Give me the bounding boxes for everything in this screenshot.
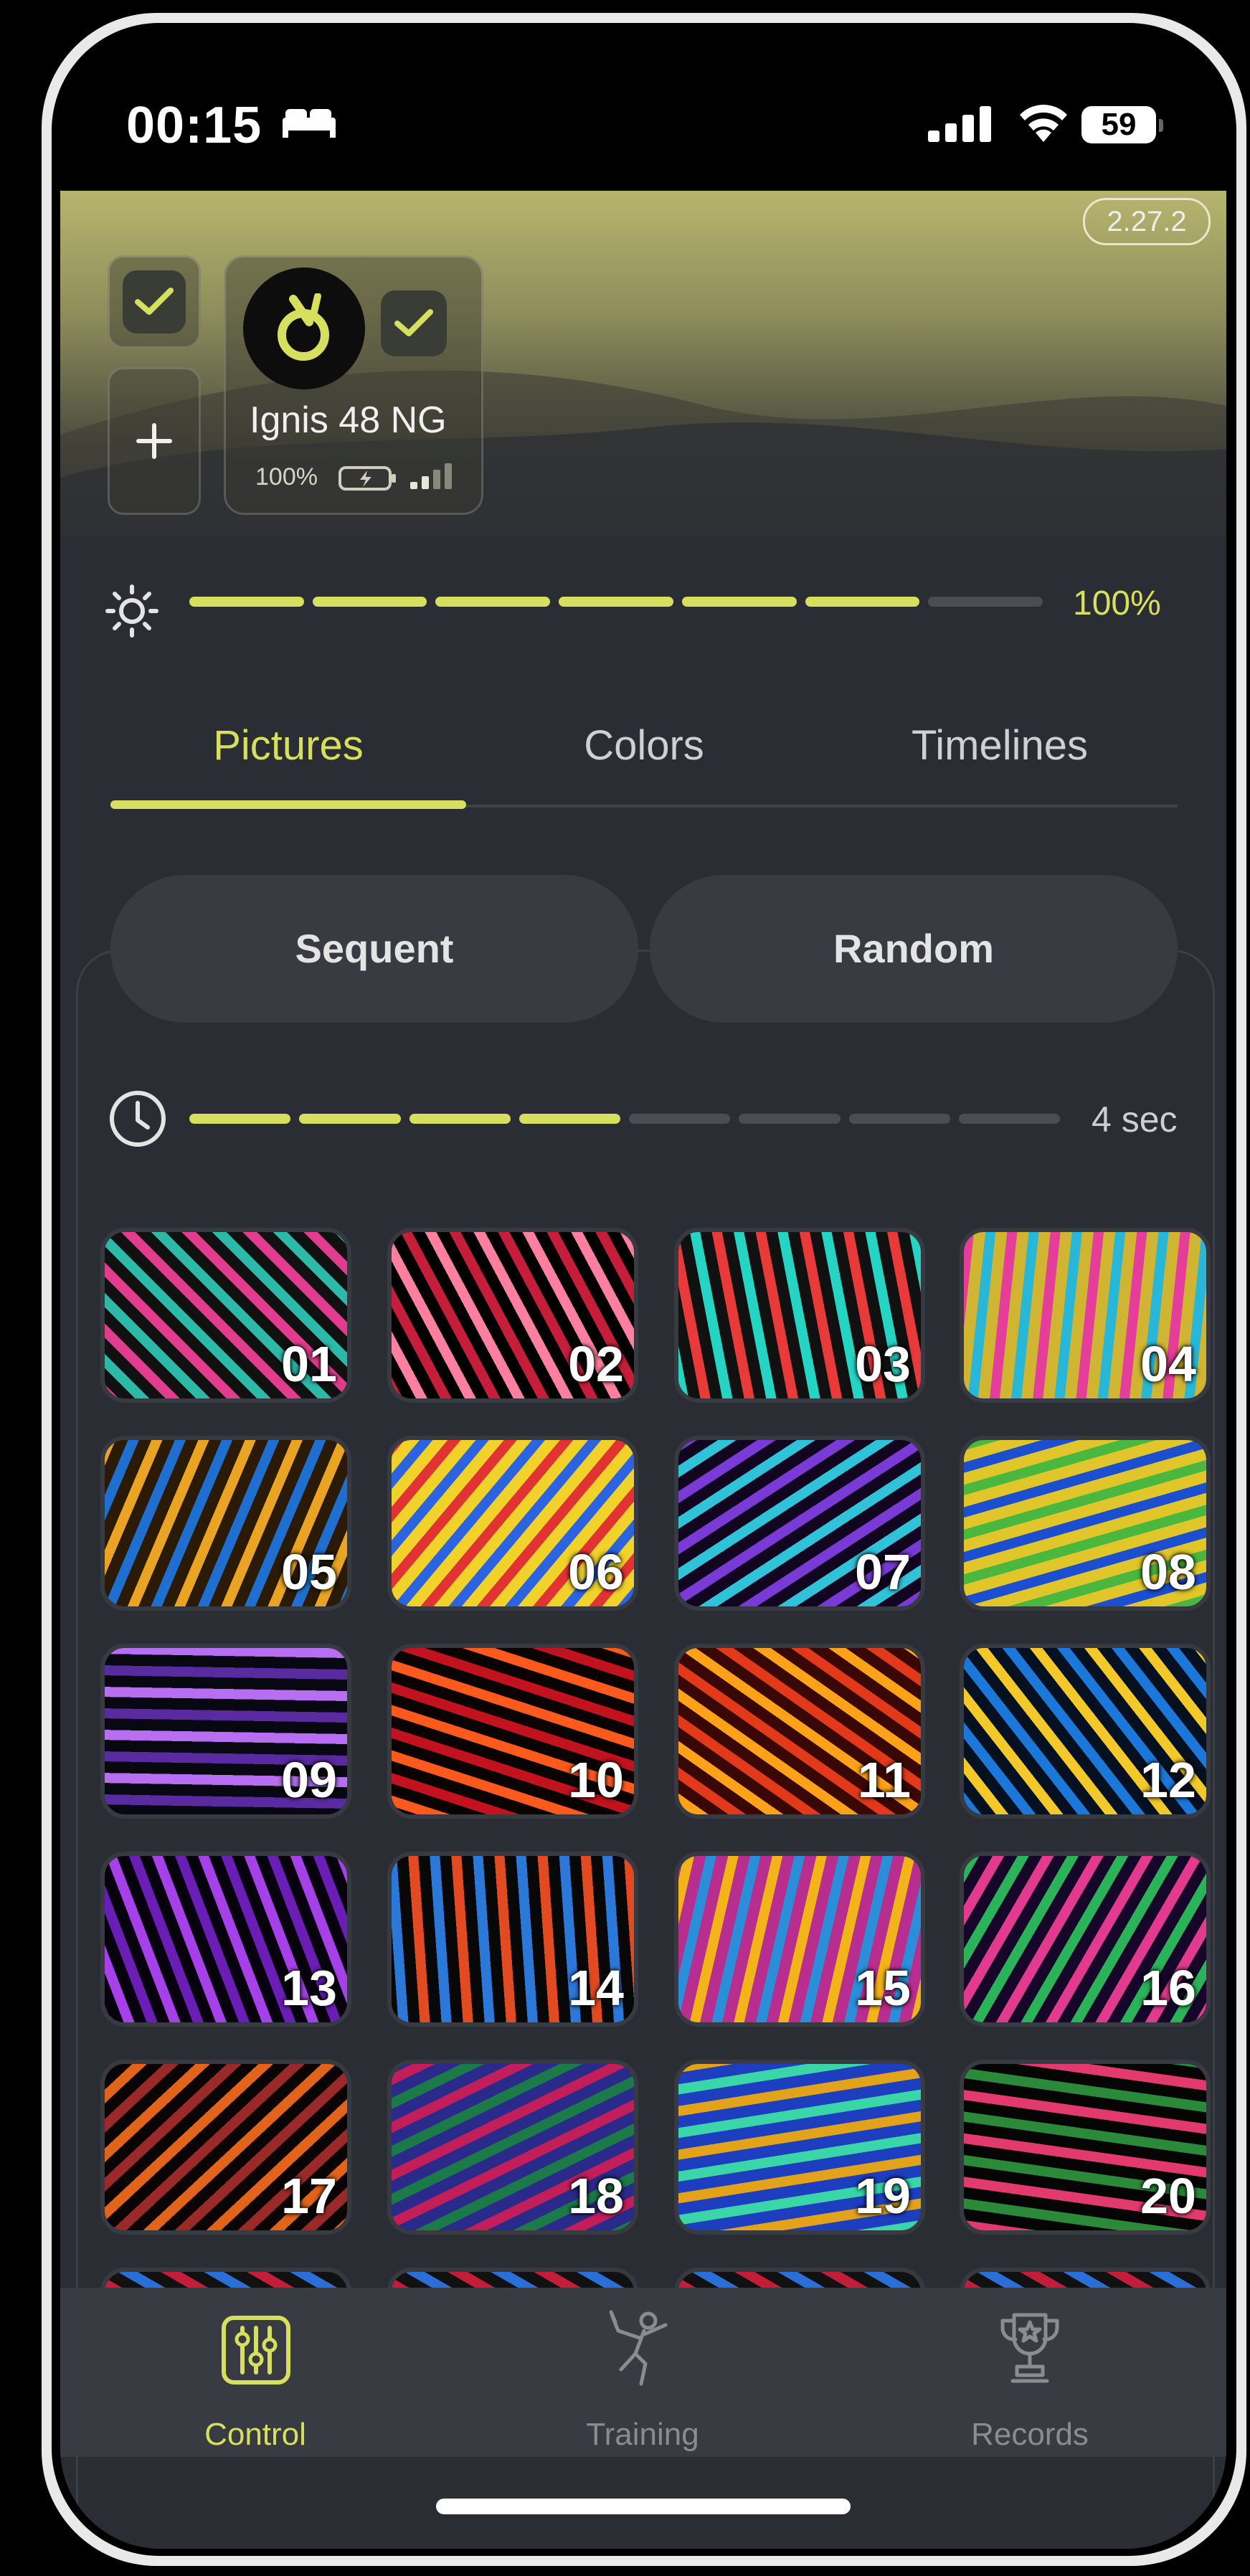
brightness-icon [105, 584, 158, 638]
slider-segment-filled [189, 1114, 291, 1124]
slider-segment-filled [681, 597, 797, 607]
picture-number: 06 [568, 1544, 624, 1600]
select-all-tile[interactable] [108, 255, 201, 349]
plus-icon [136, 423, 172, 459]
status-time: 00:15 [126, 97, 262, 154]
slider-segment-empty [848, 1114, 950, 1124]
picture-number: 20 [1140, 2168, 1196, 2224]
tab-active-indicator [110, 800, 466, 809]
slider-segment-filled [519, 1114, 620, 1124]
picture-thumbnail[interactable]: 18 [387, 2060, 638, 2235]
picture-thumbnail[interactable]: 13 [100, 1852, 351, 2027]
tab-colors[interactable]: Colors [466, 721, 822, 770]
picture-number: 14 [568, 1960, 624, 2016]
charging-battery-icon [338, 466, 396, 491]
interval-value: 4 sec [1092, 1099, 1178, 1140]
picture-number: 02 [568, 1336, 624, 1392]
random-button[interactable]: Random [650, 875, 1178, 1023]
check-icon [135, 288, 174, 315]
slider-segment-filled [409, 1114, 511, 1124]
nav-training-label: Training [586, 2417, 699, 2452]
brightness-slider[interactable] [189, 597, 1043, 607]
slider-segment-empty [928, 597, 1043, 607]
slider-segment-empty [958, 1114, 1060, 1124]
dancer-icon [609, 2310, 668, 2386]
check-icon [394, 309, 433, 336]
status-bar: 00:15 59 [60, 32, 1226, 191]
device-avatar [243, 267, 365, 389]
picture-thumbnail[interactable]: 15 [674, 1852, 925, 2027]
device-select-checkbox[interactable] [381, 290, 447, 356]
home-indicator[interactable] [436, 2499, 851, 2514]
slider-segment-filled [189, 597, 304, 607]
clock-icon [110, 1091, 166, 1147]
picture-thumbnail[interactable]: 14 [387, 1852, 638, 2027]
app-version-badge: 2.27.2 [1083, 198, 1211, 245]
tab-pictures[interactable]: Pictures [110, 721, 466, 770]
picture-thumbnail[interactable]: 06 [387, 1436, 638, 1611]
picture-number: 07 [855, 1544, 911, 1600]
trophy-icon [1000, 2313, 1059, 2383]
picture-number: 15 [855, 1960, 911, 2016]
picture-thumbnail[interactable]: 04 [960, 1228, 1211, 1403]
picture-thumbnail[interactable]: 16 [960, 1852, 1211, 2027]
nav-training[interactable]: Training [499, 2288, 786, 2457]
picture-number: 16 [1140, 1960, 1196, 2016]
interval-slider[interactable] [189, 1114, 1060, 1124]
nav-control[interactable]: Control [112, 2288, 399, 2457]
picture-thumbnail[interactable]: 01 [100, 1228, 351, 1403]
picture-thumbnail[interactable]: 17 [100, 2060, 351, 2235]
device-logo-icon [278, 293, 329, 361]
slider-segment-filled [312, 597, 427, 607]
add-device-button[interactable] [108, 367, 201, 515]
picture-number: 10 [568, 1752, 624, 1808]
picture-thumbnail[interactable]: 08 [960, 1436, 1211, 1611]
picture-thumbnail[interactable]: 03 [674, 1228, 925, 1403]
slider-segment-filled [805, 597, 920, 607]
picture-number: 04 [1140, 1336, 1196, 1392]
picture-thumbnail[interactable]: 12 [960, 1644, 1211, 1819]
slider-segment-filled [299, 1114, 401, 1124]
nav-control-label: Control [204, 2417, 306, 2452]
picture-number: 08 [1140, 1544, 1196, 1600]
picture-number: 13 [281, 1960, 337, 2016]
sleep-focus-icon [283, 109, 336, 138]
picture-thumbnail[interactable]: 07 [674, 1436, 925, 1611]
nav-records[interactable]: Records [886, 2288, 1173, 2457]
picture-thumbnail[interactable]: 11 [674, 1644, 925, 1819]
sliders-icon [222, 2316, 290, 2385]
sequent-button[interactable]: Sequent [110, 875, 638, 1023]
picture-number: 05 [281, 1544, 337, 1600]
slider-segment-empty [629, 1114, 731, 1124]
slider-segment-filled [559, 597, 673, 607]
picture-number: 19 [855, 2168, 911, 2224]
slider-segment-empty [739, 1114, 841, 1124]
tab-timelines[interactable]: Timelines [822, 721, 1178, 770]
picture-thumbnail[interactable]: 09 [100, 1644, 351, 1819]
picture-number: 18 [568, 2168, 624, 2224]
cellular-signal-icon [928, 106, 991, 142]
picture-thumbnail[interactable]: 02 [387, 1228, 638, 1403]
connection-signal-icon [410, 463, 452, 489]
device-name: Ignis 48 NG [250, 399, 447, 441]
picture-number: 11 [858, 1752, 911, 1808]
picture-number: 09 [281, 1752, 337, 1808]
picture-number: 17 [281, 2168, 337, 2224]
battery-indicator: 59 [1081, 106, 1163, 143]
picture-thumbnail[interactable]: 19 [674, 2060, 925, 2235]
nav-records-label: Records [971, 2417, 1089, 2452]
slider-segment-filled [435, 597, 551, 607]
app-screen: 00:15 59 2.27.2 Ignis 48 NG 100% 100% Pi… [60, 32, 1226, 2549]
picture-number: 12 [1140, 1752, 1196, 1808]
device-battery-percent: 100% [255, 463, 318, 491]
picture-thumbnail[interactable]: 05 [100, 1436, 351, 1611]
wifi-icon [1020, 105, 1067, 142]
picture-number: 03 [855, 1336, 911, 1392]
picture-thumbnail[interactable]: 10 [387, 1644, 638, 1819]
bottom-navigation: Control Training Records [60, 2288, 1226, 2457]
picture-number: 01 [281, 1336, 337, 1392]
select-all-checkbox[interactable] [123, 270, 186, 333]
brightness-value: 100% [1073, 584, 1161, 622]
picture-thumbnail[interactable]: 20 [960, 2060, 1211, 2235]
